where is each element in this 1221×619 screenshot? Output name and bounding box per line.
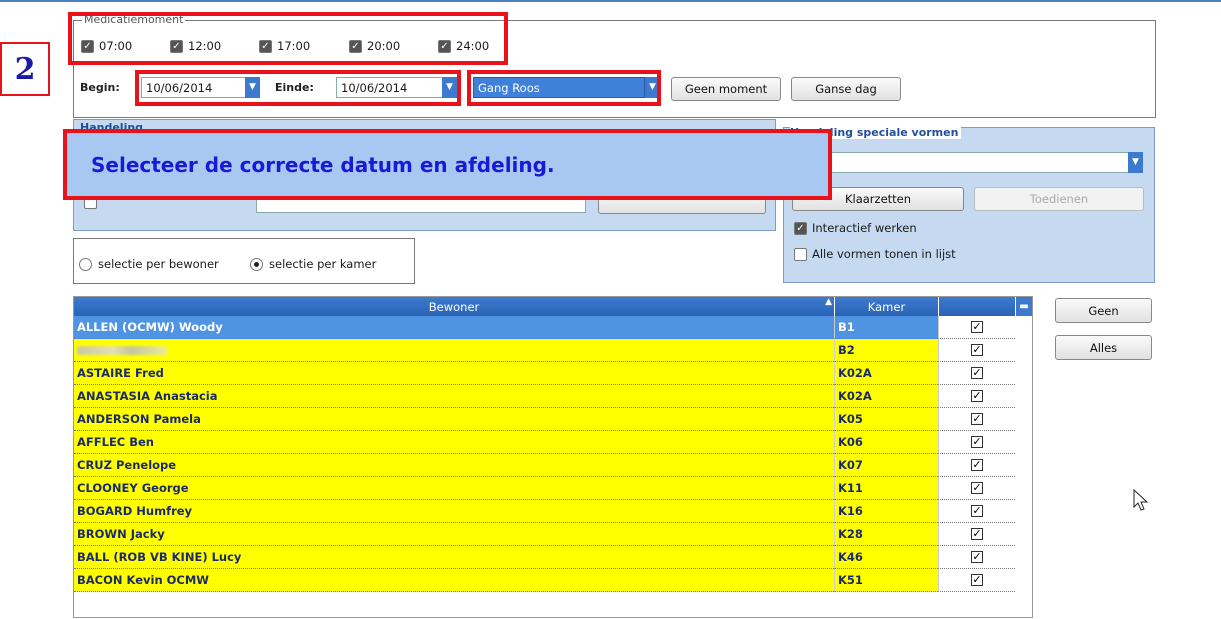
table-row[interactable]: CRUZ Penelope K07 ✓ [74, 454, 1015, 477]
table-row[interactable]: ANASTASIA Anastacia K02A ✓ [74, 385, 1015, 408]
room-cell: K05 [834, 408, 938, 431]
row-checkbox-cell: ✓ [938, 431, 1015, 454]
interactive-label: Interactief werken [812, 221, 917, 235]
begin-label: Begin: [80, 81, 120, 94]
table-row[interactable]: BROWN Jacky K28 ✓ [74, 523, 1015, 546]
column-header-resident[interactable]: Bewoner ▲ [74, 297, 834, 316]
room-cell: K02A [834, 385, 938, 408]
row-checkbox[interactable]: ✓ [971, 344, 983, 356]
row-checkbox-cell: ✓ [938, 362, 1015, 385]
row-checkbox-cell: ✓ [938, 454, 1015, 477]
row-checkbox[interactable]: ✓ [971, 482, 983, 494]
room-cell: K46 [834, 546, 938, 569]
table-row[interactable]: AFFLEC Ben K06 ✓ [74, 431, 1015, 454]
column-header-room-label: Kamer [867, 299, 906, 314]
row-checkbox[interactable]: ✓ [971, 413, 983, 425]
resident-name: ANASTASIA Anastacia [74, 385, 834, 408]
radio-per-room[interactable]: selectie per kamer [250, 257, 376, 271]
resident-name: ASTAIRE Fred [74, 362, 834, 385]
row-checkbox[interactable]: ✓ [971, 321, 983, 333]
row-checkbox-cell: ✓ [938, 523, 1015, 546]
checkbox-empty-icon [794, 247, 807, 261]
highlight-times [68, 12, 508, 65]
table-row[interactable]: ALLEN (OCMW) Woody B1 ✓ [74, 316, 1015, 339]
blurred-name [77, 345, 167, 355]
administer-button[interactable]: Toedienen [974, 187, 1144, 211]
room-cell: K51 [834, 569, 938, 592]
select-none-button[interactable]: Geen [1055, 298, 1152, 323]
radio-on-icon [250, 257, 263, 271]
resident-name: CRUZ Penelope [74, 454, 834, 477]
instruction-banner: Selecteer de correcte datum en afdeling. [63, 129, 832, 200]
residents-grid: Bewoner ▲ Kamer ▬ ALLEN (OCMW) Woody B1 ✓ B… [73, 296, 1033, 618]
resident-name: CLOONEY George [74, 477, 834, 500]
radio-off-icon [79, 257, 92, 271]
table-row[interactable]: BACON Kevin OCMW K51 ✓ [74, 569, 1015, 592]
radio-per-room-label: selectie per kamer [269, 257, 377, 271]
no-moment-button[interactable]: Geen moment [671, 77, 781, 101]
room-cell: K06 [834, 431, 938, 454]
row-checkbox-cell: ✓ [938, 408, 1015, 431]
row-checkbox[interactable]: ✓ [971, 436, 983, 448]
row-checkbox[interactable]: ✓ [971, 459, 983, 471]
special-forms-panel: Handeling speciale vormen ▼ Klaarzetten … [783, 126, 1155, 283]
show-all-label: Alle vormen tonen in lijst [812, 247, 956, 261]
special-forms-dropdown-button[interactable]: ▼ [1128, 152, 1143, 173]
radio-per-resident-label: selectie per bewoner [98, 257, 219, 271]
table-row[interactable]: ANDERSON Pamela K05 ✓ [74, 408, 1015, 431]
highlight-department [467, 70, 661, 106]
highlight-dates [135, 70, 461, 106]
resident-name-blurred [74, 339, 834, 362]
row-checkbox[interactable]: ✓ [971, 551, 983, 563]
table-row[interactable]: BOGARD Humfrey K16 ✓ [74, 500, 1015, 523]
row-checkbox[interactable]: ✓ [971, 390, 983, 402]
table-row[interactable]: CLOONEY George K11 ✓ [74, 477, 1015, 500]
radio-per-resident[interactable]: selectie per bewoner [79, 257, 219, 271]
row-checkbox[interactable]: ✓ [971, 574, 983, 586]
row-checkbox-cell: ✓ [938, 569, 1015, 592]
resident-name: BALL (ROB VB KINE) Lucy [74, 546, 834, 569]
table-row[interactable]: B2 ✓ [74, 339, 1015, 362]
table-row[interactable]: ASTAIRE Fred K02A ✓ [74, 362, 1015, 385]
special-forms-select[interactable] [792, 152, 1132, 173]
row-checkbox-cell: ✓ [938, 316, 1015, 339]
resident-name: ANDERSON Pamela [74, 408, 834, 431]
column-header-room[interactable]: Kamer [834, 297, 938, 316]
row-checkbox-cell: ✓ [938, 500, 1015, 523]
room-cell: K07 [834, 454, 938, 477]
resident-name: ALLEN (OCMW) Woody [74, 316, 834, 339]
interactive-checkbox[interactable]: ✓ Interactief werken [794, 221, 917, 235]
row-checkbox-cell: ✓ [938, 546, 1015, 569]
row-checkbox-cell: ✓ [938, 339, 1015, 362]
room-cell: K16 [834, 500, 938, 523]
row-checkbox[interactable]: ✓ [971, 367, 983, 379]
row-checkbox[interactable]: ✓ [971, 505, 983, 517]
sort-icon: ▲ [825, 297, 832, 307]
mouse-cursor-icon [1133, 489, 1149, 511]
room-cell: B2 [834, 339, 938, 362]
resident-name: BOGARD Humfrey [74, 500, 834, 523]
table-row[interactable]: BALL (ROB VB KINE) Lucy K46 ✓ [74, 546, 1015, 569]
show-all-checkbox[interactable]: Alle vormen tonen in lijst [794, 247, 956, 261]
resident-name: BROWN Jacky [74, 523, 834, 546]
resident-name: BACON Kevin OCMW [74, 569, 834, 592]
row-checkbox-cell: ✓ [938, 477, 1015, 500]
whole-day-button[interactable]: Ganse dag [791, 77, 901, 101]
row-checkbox[interactable]: ✓ [971, 528, 983, 540]
room-cell: K02A [834, 362, 938, 385]
row-checkbox-cell: ✓ [938, 385, 1015, 408]
select-all-button[interactable]: Alles [1055, 335, 1152, 360]
step-number: 2 [0, 42, 50, 96]
room-cell: K28 [834, 523, 938, 546]
collapse-icon[interactable]: ▬ [1015, 297, 1032, 316]
room-cell: B1 [834, 316, 938, 339]
column-header-resident-label: Bewoner [428, 299, 480, 314]
resident-name: AFFLEC Ben [74, 431, 834, 454]
checkbox-checked-icon: ✓ [794, 221, 807, 235]
column-header-check[interactable] [938, 297, 1016, 316]
room-cell: K11 [834, 477, 938, 500]
